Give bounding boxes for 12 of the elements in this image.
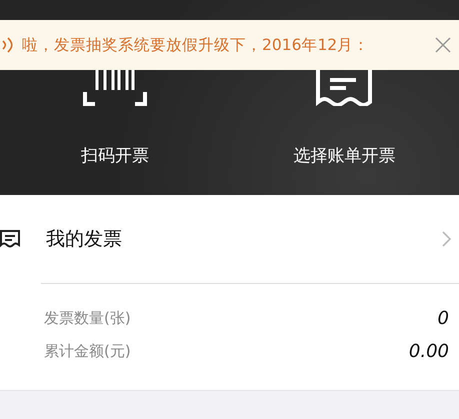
action-button[interactable]: 扫码开票 <box>0 70 230 195</box>
my-invoices-title[interactable]: 我的发票 <box>46 226 416 252</box>
close-icon[interactable] <box>435 37 451 53</box>
receipt-icon <box>0 230 20 248</box>
stat-label: 发票数量(张) <box>44 309 131 328</box>
action-button[interactable]: 选择账单开票 <box>230 70 459 195</box>
notice-text: 啦，发票抽奖系统要放假升级下，2016年12月： <box>22 34 370 56</box>
stat-value: 0 <box>438 308 449 329</box>
barcode-scan-icon <box>82 70 147 106</box>
stat-value: 0.00 <box>408 341 449 362</box>
chevron-right-icon[interactable] <box>442 231 451 247</box>
stat-label: 累计金额(元) <box>44 342 131 361</box>
